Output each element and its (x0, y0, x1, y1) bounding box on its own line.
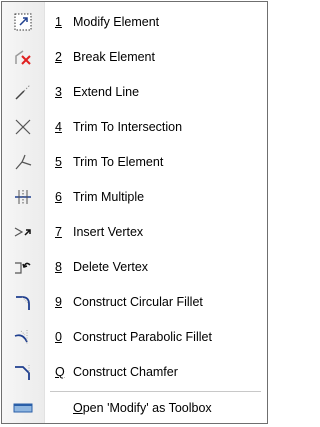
parabolic-fillet-icon (2, 322, 44, 352)
menu-item-label: Delete Vertex (73, 260, 149, 274)
menu-item-key: 4 (55, 120, 62, 134)
menu-separator (50, 391, 261, 392)
menu-item-trim-to-element[interactable]: 5 Trim To Element (2, 147, 267, 177)
menu-item-extend-line[interactable]: 3 Extend Line (2, 77, 267, 107)
menu-item-parabolic-fillet[interactable]: 0 Construct Parabolic Fillet (2, 322, 267, 352)
menu-item-label: Construct Circular Fillet (73, 295, 203, 309)
menu-item-chamfer[interactable]: Q Construct Chamfer (2, 357, 267, 387)
menu-item-open-as-toolbox[interactable]: Open 'Modify' as Toolbox (2, 393, 267, 423)
trim-to-intersection-icon (2, 112, 44, 142)
insert-vertex-icon (2, 217, 44, 247)
menu-item-insert-vertex[interactable]: 7 Insert Vertex (2, 217, 267, 247)
menu-item-trim-to-intersection[interactable]: 4 Trim To Intersection (2, 112, 267, 142)
menu-item-key: 7 (55, 225, 62, 239)
menu-item-modify-element[interactable]: 1 Modify Element (2, 7, 267, 37)
menu-item-label: Trim To Element (73, 155, 164, 169)
menu-item-label: Trim To Intersection (73, 120, 183, 134)
toolbox-label-rest: pen 'Modify' as Toolbox (82, 401, 212, 415)
chamfer-icon (2, 357, 44, 387)
menu-item-delete-vertex[interactable]: 8 Delete Vertex (2, 252, 267, 282)
menu-item-key: 6 (55, 190, 62, 204)
break-element-icon (2, 42, 44, 72)
menu-item-key: 9 (55, 295, 62, 309)
menu-item-key: 0 (55, 330, 62, 344)
menu-item-key: 5 (55, 155, 62, 169)
menu-item-label: Modify Element (73, 15, 160, 29)
menu-item-break-element[interactable]: 2 Break Element (2, 42, 267, 72)
menu-item-label: Extend Line (73, 85, 140, 99)
trim-multiple-icon (2, 182, 44, 212)
menu-item-label: Construct Parabolic Fillet (73, 330, 212, 344)
menu-item-trim-multiple[interactable]: 6 Trim Multiple (2, 182, 267, 212)
menu-item-label: Break Element (73, 50, 155, 64)
menu-item-key: 1 (55, 15, 62, 29)
modify-element-icon (2, 7, 44, 37)
menu-item-key: 3 (55, 85, 62, 99)
menu-item-key: Q (55, 365, 65, 379)
extend-line-icon (2, 77, 44, 107)
modify-context-menu: 1 Modify Element 2 Break Element 3 Exten… (1, 1, 268, 424)
menu-item-label: Trim Multiple (73, 190, 145, 204)
toolbox-icon (2, 393, 44, 423)
trim-to-element-icon (2, 147, 44, 177)
menu-item-label: Open 'Modify' as Toolbox (73, 401, 212, 415)
menu-item-key: 2 (55, 50, 62, 64)
circular-fillet-icon (2, 287, 44, 317)
delete-vertex-icon (2, 252, 44, 282)
menu-item-label: Insert Vertex (73, 225, 144, 239)
menu-item-key: 8 (55, 260, 62, 274)
menu-item-label: Construct Chamfer (73, 365, 178, 379)
menu-item-circular-fillet[interactable]: 9 Construct Circular Fillet (2, 287, 267, 317)
toolbox-accelerator: O (73, 401, 83, 415)
